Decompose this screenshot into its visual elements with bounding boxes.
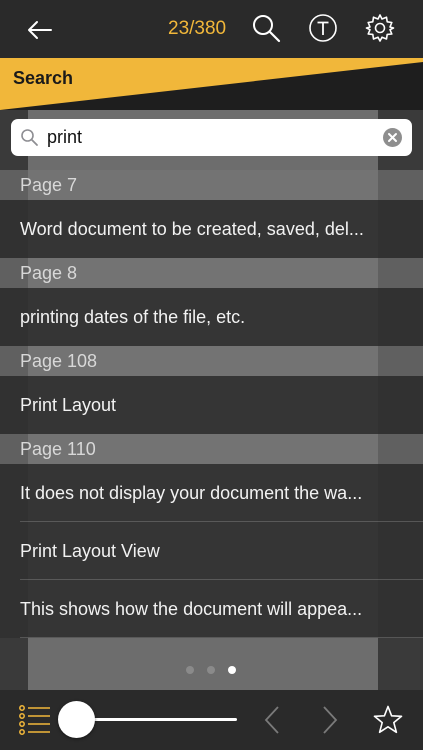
gear-icon <box>365 14 395 42</box>
result-item[interactable]: Print Layout <box>0 376 423 434</box>
next-page-button[interactable] <box>318 704 342 736</box>
next-page-icon <box>323 706 338 734</box>
search-input[interactable] <box>47 125 367 149</box>
page-dot[interactable] <box>186 666 194 674</box>
result-item[interactable]: It does not display your document the wa… <box>0 464 423 522</box>
settings-button[interactable] <box>364 12 396 44</box>
previous-page-button[interactable] <box>260 704 284 736</box>
result-item[interactable]: Word document to be created, saved, del.… <box>0 200 423 258</box>
page-counter: 23/380 <box>168 18 227 39</box>
text-format-button[interactable] <box>307 12 339 44</box>
page-header: Page 108 <box>0 346 423 376</box>
bookmark-star-icon <box>373 705 403 734</box>
back-button[interactable] <box>24 14 56 46</box>
search-icon <box>21 129 38 146</box>
toc-list-icon <box>19 705 50 735</box>
search-banner: Search <box>0 58 423 110</box>
page-indicator[interactable] <box>186 661 249 679</box>
page-dot[interactable] <box>207 666 215 674</box>
bottom-toolbar <box>0 690 423 750</box>
search-icon <box>253 15 281 43</box>
search-button[interactable] <box>250 12 282 44</box>
text-format-icon <box>309 14 337 42</box>
page-header: Page 8 <box>0 258 423 288</box>
page-header: Page 7 <box>0 170 423 200</box>
previous-page-icon <box>264 706 279 734</box>
search-title: Search <box>13 68 74 88</box>
page-header: Page 110 <box>0 434 423 464</box>
search-results: Page 7 Word document to be created, save… <box>0 170 423 638</box>
search-field[interactable] <box>11 119 412 156</box>
result-item[interactable]: printing dates of the file, etc. <box>0 288 423 346</box>
result-item[interactable]: Print Layout View <box>0 522 423 580</box>
bookmark-button[interactable] <box>372 704 404 736</box>
back-arrow-icon <box>28 21 52 39</box>
page-dot-active[interactable] <box>228 666 236 674</box>
result-item[interactable]: This shows how the document will appea..… <box>0 580 423 638</box>
top-bar: 23/380 <box>0 0 423 58</box>
toc-button[interactable] <box>18 704 52 736</box>
page-slider-thumb[interactable] <box>58 701 95 738</box>
clear-icon <box>388 133 397 142</box>
clear-search-button[interactable] <box>383 128 402 147</box>
